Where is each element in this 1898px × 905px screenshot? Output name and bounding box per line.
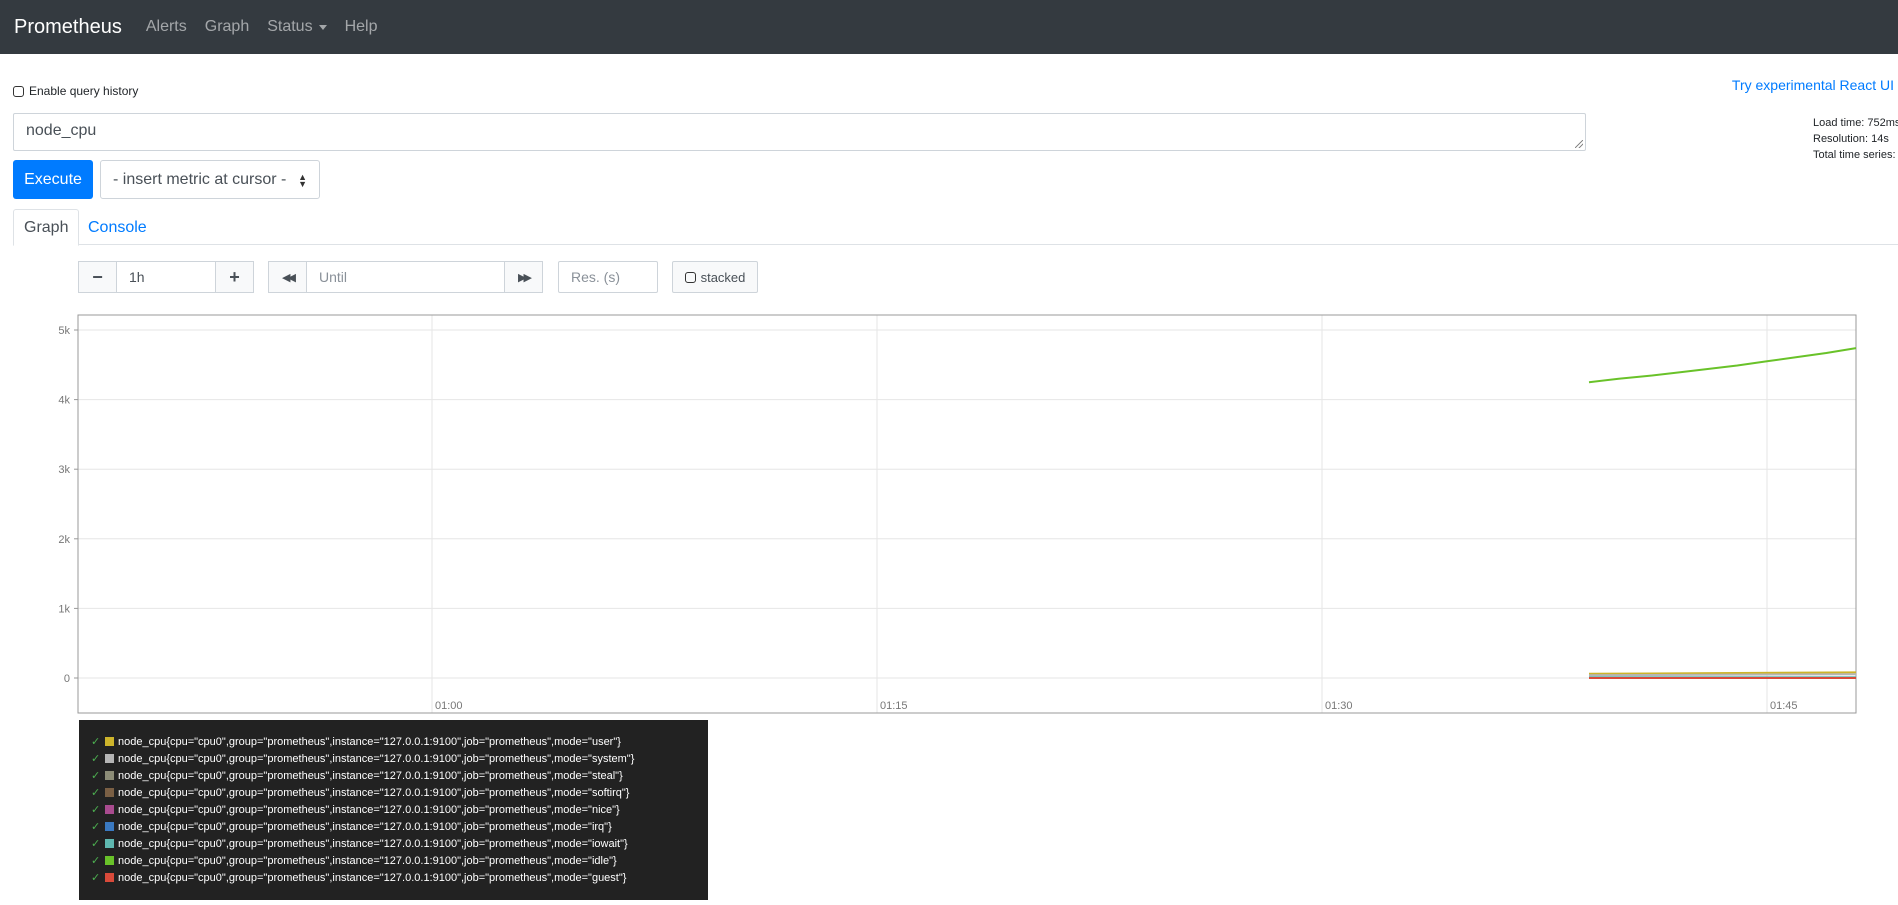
expression-input[interactable]: node_cpu xyxy=(13,113,1586,151)
series-line-1 xyxy=(1588,673,1857,677)
resolution-placeholder: Res. (s) xyxy=(571,269,620,285)
line-chart: 0 1k 2k 3k 4k 5k 01:00 01:15 01:30 01:45 xyxy=(58,314,1857,714)
until-placeholder: Until xyxy=(319,269,348,285)
x-tick-label: 01:00 xyxy=(435,700,463,712)
range-input[interactable]: 1h xyxy=(116,261,216,293)
resolution: Resolution: 14s xyxy=(1813,133,1889,145)
query-history-checkbox[interactable] xyxy=(13,85,24,97)
select-arrows-icon: ▲ ▼ xyxy=(298,172,307,189)
graph-area: 0 1k 2k 3k 4k 5k 01:00 01:15 01:30 01:45 xyxy=(40,310,1860,720)
tab-graph[interactable]: Graph xyxy=(13,209,80,246)
stacked-toggle[interactable]: stacked xyxy=(672,261,758,293)
y-tick-label: 3k xyxy=(58,464,70,476)
legend-swatch xyxy=(105,737,114,746)
range-value: 1h xyxy=(129,269,145,285)
y-tick-label: 4k xyxy=(58,395,70,407)
legend-swatch xyxy=(105,805,114,814)
expression-value: node_cpu xyxy=(26,122,97,139)
range-increase-button[interactable]: + xyxy=(215,261,254,293)
legend-label: node_cpu{cpu="cpu0",group="prometheus",i… xyxy=(118,786,630,799)
range-decrease-button[interactable]: − xyxy=(78,261,117,293)
legend-swatch xyxy=(105,754,114,763)
check-icon: ✓ xyxy=(91,821,101,833)
tab-console[interactable]: Console xyxy=(78,209,157,246)
x-tick-label: 01:45 xyxy=(1770,700,1798,712)
check-icon: ✓ xyxy=(91,838,101,850)
stacked-checkbox[interactable] xyxy=(684,271,696,283)
query-history-toggle[interactable]: Enable query history xyxy=(13,84,138,98)
legend-swatch xyxy=(105,856,114,865)
resolution-input[interactable]: Res. (s) xyxy=(558,261,658,293)
legend-item[interactable]: ✓ node_cpu{cpu="cpu0",group="prometheus",… xyxy=(79,801,708,818)
legend-label: node_cpu{cpu="cpu0",group="prometheus",i… xyxy=(118,769,623,782)
plot-frame-top xyxy=(77,314,1857,714)
fast-forward-icon: ▶▶ xyxy=(518,271,532,284)
plot-frame xyxy=(77,314,1857,714)
legend-item[interactable]: ✓ node_cpu{cpu="cpu0",group="prometheus",… xyxy=(79,835,708,852)
legend-label: node_cpu{cpu="cpu0",group="prometheus",i… xyxy=(118,871,627,884)
load-time: Load time: 752ms xyxy=(1813,117,1898,129)
legend-item[interactable]: ✓ node_cpu{cpu="cpu0",group="prometheus",… xyxy=(79,733,708,750)
legend-label: node_cpu{cpu="cpu0",group="prometheus",i… xyxy=(118,854,617,867)
legend-swatch xyxy=(105,771,114,780)
nav-status-label: Status xyxy=(267,18,313,35)
check-icon: ✓ xyxy=(91,736,101,748)
y-tick-label: 1k xyxy=(58,603,70,615)
legend-label: node_cpu{cpu="cpu0",group="prometheus",i… xyxy=(118,735,621,748)
check-icon: ✓ xyxy=(91,804,101,816)
insert-metric-select[interactable]: - insert metric at cursor - ▲ ▼ xyxy=(100,160,320,199)
legend-item[interactable]: ✓ node_cpu{cpu="cpu0",group="prometheus",… xyxy=(79,818,708,835)
execute-button[interactable]: Execute xyxy=(13,160,93,199)
time-back-button[interactable]: ◀◀ xyxy=(268,261,307,293)
resize-handle-icon[interactable] xyxy=(1575,140,1583,148)
total-series: Total time series: xyxy=(1813,149,1896,161)
time-forward-button[interactable]: ▶▶ xyxy=(504,261,543,293)
legend-label: node_cpu{cpu="cpu0",group="prometheus",i… xyxy=(118,803,620,816)
check-icon: ✓ xyxy=(91,753,101,765)
legend-label: node_cpu{cpu="cpu0",group="prometheus",i… xyxy=(118,837,628,850)
legend-swatch xyxy=(105,788,114,797)
view-tabs: Graph Console xyxy=(13,209,1898,246)
y-tick-label: 0 xyxy=(64,673,70,685)
minus-icon: − xyxy=(92,266,103,287)
legend-item[interactable]: ✓ node_cpu{cpu="cpu0",group="prometheus",… xyxy=(79,750,708,767)
legend-item[interactable]: ✓ node_cpu{cpu="cpu0",group="prometheus",… xyxy=(79,767,708,784)
nav-status[interactable]: Status xyxy=(267,18,327,36)
top-navbar: Prometheus Alerts Graph Status Help xyxy=(0,0,1898,54)
insert-metric-label: - insert metric at cursor - xyxy=(113,170,287,188)
brand-logo[interactable]: Prometheus xyxy=(14,16,122,39)
rewind-icon: ◀◀ xyxy=(282,271,296,284)
legend-label: node_cpu{cpu="cpu0",group="prometheus",i… xyxy=(118,820,612,833)
nav-help[interactable]: Help xyxy=(345,18,378,36)
x-tick-label: 01:15 xyxy=(880,700,908,712)
legend-swatch xyxy=(105,822,114,831)
nav-graph[interactable]: Graph xyxy=(205,18,249,36)
check-icon: ✓ xyxy=(91,855,101,867)
check-icon: ✓ xyxy=(91,787,101,799)
nav-alerts[interactable]: Alerts xyxy=(146,18,187,36)
until-input[interactable]: Until xyxy=(306,261,505,293)
x-tick-label: 01:30 xyxy=(1325,700,1353,712)
check-icon: ✓ xyxy=(91,872,101,884)
series-line-7 xyxy=(1588,347,1857,384)
legend-item[interactable]: ✓ node_cpu{cpu="cpu0",group="prometheus",… xyxy=(79,869,708,886)
plus-icon: + xyxy=(229,266,240,287)
query-stats: Load time: 752ms Resolution: 14s Total t… xyxy=(1813,115,1898,163)
legend-item[interactable]: ✓ node_cpu{cpu="cpu0",group="prometheus",… xyxy=(79,852,708,869)
y-tick-label: 2k xyxy=(58,534,70,546)
legend-item[interactable]: ✓ node_cpu{cpu="cpu0",group="prometheus",… xyxy=(79,784,708,801)
stacked-label: stacked xyxy=(700,269,746,285)
legend-label: node_cpu{cpu="cpu0",group="prometheus",i… xyxy=(118,752,635,765)
legend-swatch xyxy=(105,873,114,882)
react-ui-link[interactable]: Try experimental React UI xyxy=(1732,77,1894,93)
legend-swatch xyxy=(105,839,114,848)
query-history-label: Enable query history xyxy=(29,84,139,98)
check-icon: ✓ xyxy=(91,770,101,782)
graph-legend: ✓ node_cpu{cpu="cpu0",group="prometheus",… xyxy=(79,720,708,900)
caret-down-icon xyxy=(318,24,327,30)
y-tick-label: 5k xyxy=(58,325,70,337)
